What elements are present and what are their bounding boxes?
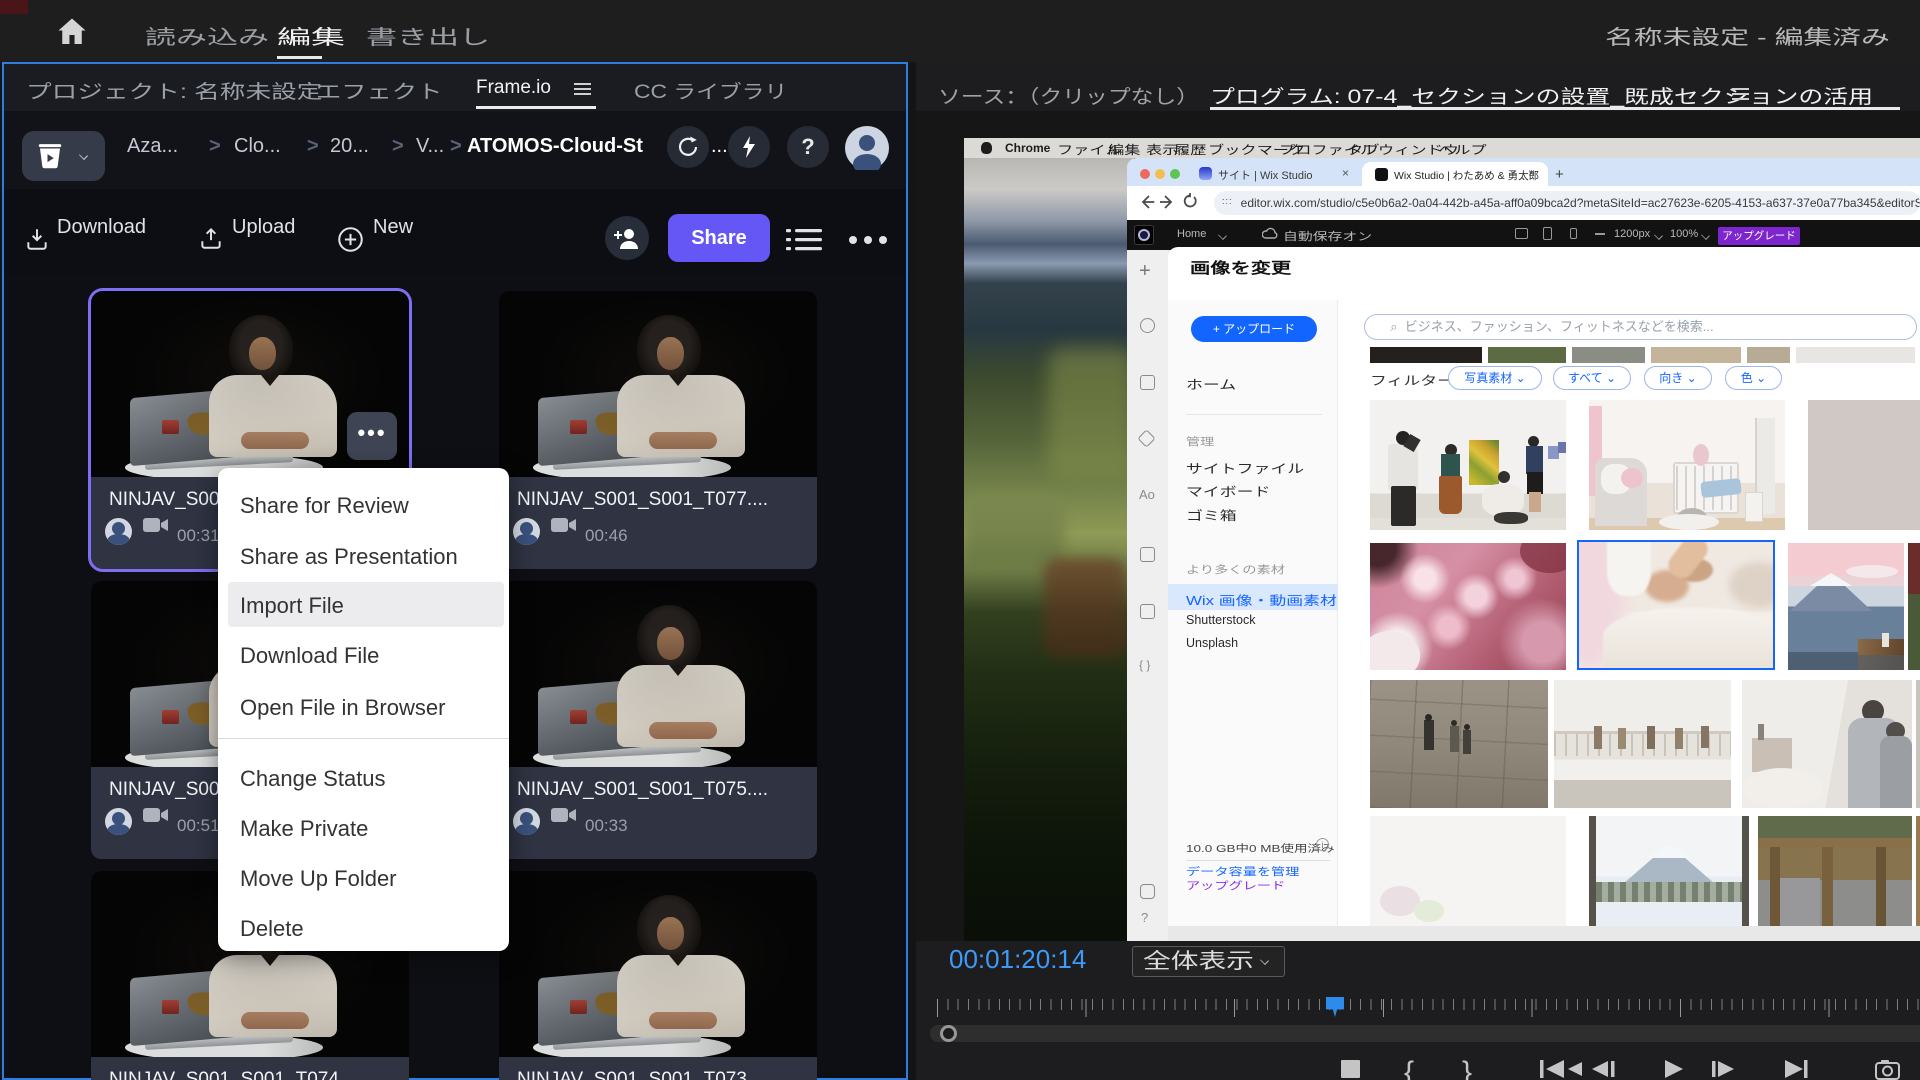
svg-text:{: { xyxy=(1404,1058,1414,1080)
svg-text:}: } xyxy=(1462,1058,1472,1080)
